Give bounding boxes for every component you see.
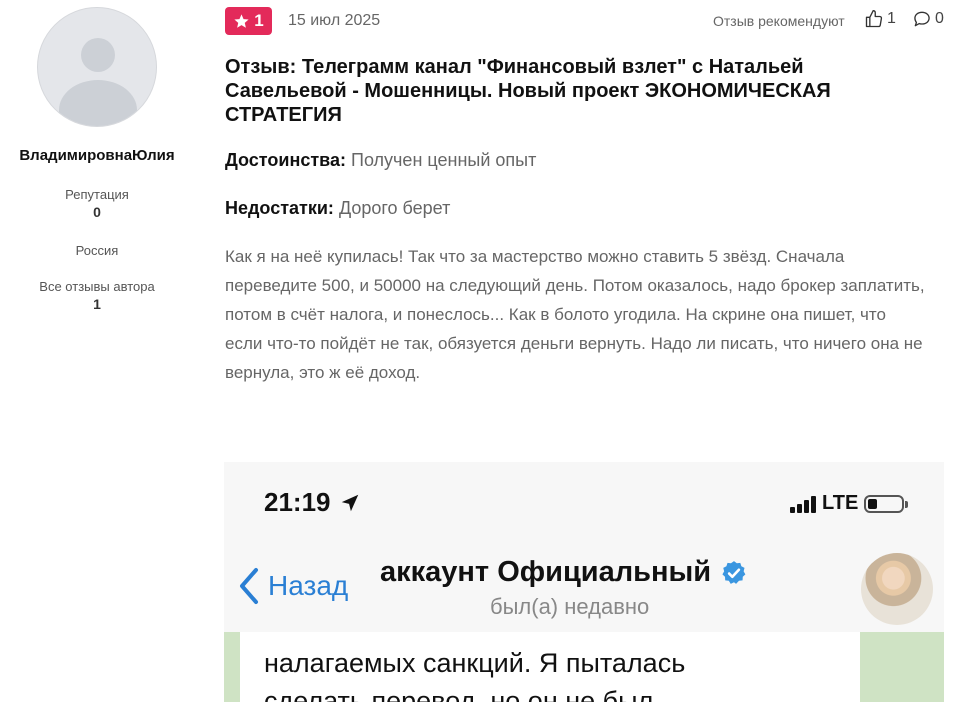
cons-value: Дорого берет [338,198,451,218]
chat-title-text: аккаунт Официальный [380,556,712,588]
pros-row: Достоинства: Получен ценный опыт [225,150,536,171]
back-button: Назад [238,566,348,606]
all-reviews-count: 1 [93,296,101,312]
network-label: LTE [822,492,859,514]
rating-value: 1 [254,11,264,30]
author-country: Россия [75,243,119,258]
message-bubble: налагаемых санкций. Я пыталась сделать п… [240,632,860,702]
review-body: Как я на неё купилась! Так что за мастер… [225,247,925,382]
chat-avatar [861,553,933,625]
rating-badge: 1 [225,7,272,35]
phone-time: 21:19 [264,487,331,517]
message-line-2: сделать перевод, но он не был [264,686,654,702]
review-date: 15 июл 2025 [288,12,381,29]
location-arrow-icon [341,494,358,511]
cons-row: Недостатки: Дорого берет [225,198,450,219]
message-line-1: налагаемых санкций. Я пыталась [264,648,686,678]
review-title: Отзыв: Телеграмм канал "Финансовый взлет… [225,56,831,126]
back-chevron-icon [240,568,258,604]
comments-count: 0 [935,10,944,27]
avatar-body [59,80,137,126]
avatar-head [81,38,115,72]
battery-icon [864,494,909,513]
like-button[interactable]: 1 [864,9,896,29]
signal-icon [790,495,816,513]
pros-label: Достоинства: [225,150,346,170]
likes-count: 1 [887,10,896,27]
author-avatar[interactable] [37,7,157,127]
thumbs-up-icon [865,10,883,28]
recommend-label: Отзыв рекомендуют [713,13,845,29]
pros-value: Получен ценный опыт [351,150,537,170]
phone-status-bar: LTE [790,492,909,515]
verified-icon [722,560,746,584]
star-icon [234,13,249,28]
chat-title: аккаунт Официальный [380,556,747,589]
review-screenshot-image[interactable]: 21:19 LTE Назад аккаунт Официальный был(… [224,462,944,702]
comment-icon [914,11,930,27]
cons-label: Недостатки: [225,198,334,218]
reputation-value: 0 [93,204,101,220]
back-label: Назад [268,570,349,601]
reputation-label: Репутация [65,187,129,202]
all-reviews-link[interactable]: Все отзывы автора [0,279,194,294]
phone-clock: 21:19 [264,487,361,518]
chat-status: был(а) недавно [490,594,650,619]
author-name[interactable]: ВладимировнаЮлия [0,147,194,164]
comments-button[interactable]: 0 [912,9,944,29]
